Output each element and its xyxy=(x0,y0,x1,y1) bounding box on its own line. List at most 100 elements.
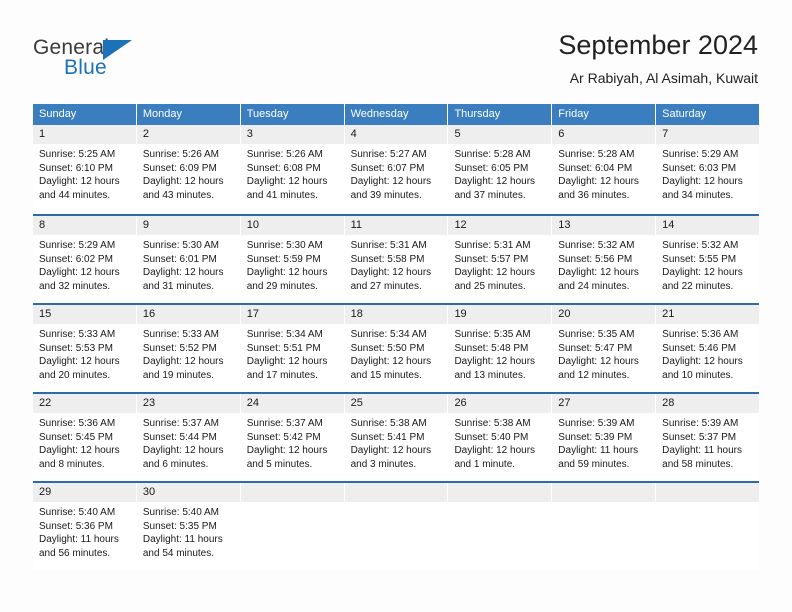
daylight-text-line1: Daylight: 12 hours xyxy=(662,356,743,368)
day-number: 9 xyxy=(136,216,240,235)
daylight-text-line1: Daylight: 12 hours xyxy=(454,356,536,368)
daylight-text-line1: Daylight: 11 hours xyxy=(39,534,119,546)
day-cell[interactable]: 2 Sunrise: 5:26 AM Sunset: 6:09 PM Dayli… xyxy=(136,125,241,214)
day-details: Sunrise: 5:33 AM Sunset: 5:53 PM Dayligh… xyxy=(33,324,136,382)
day-cell[interactable]: 23 Sunrise: 5:37 AM Sunset: 5:44 PM Dayl… xyxy=(136,394,241,481)
day-cell[interactable]: 8 Sunrise: 5:29 AM Sunset: 6:02 PM Dayli… xyxy=(33,216,137,303)
day-cell[interactable]: 3 Sunrise: 5:26 AM Sunset: 6:08 PM Dayli… xyxy=(240,125,345,214)
day-details: Sunrise: 5:30 AM Sunset: 6:01 PM Dayligh… xyxy=(137,235,240,293)
day-cell-empty xyxy=(344,483,449,570)
sunset-text: Sunset: 5:42 PM xyxy=(246,431,321,443)
weekday-header-tuesday: Tuesday xyxy=(240,104,345,125)
sunrise-text: Sunrise: 5:40 AM xyxy=(39,507,116,518)
day-details xyxy=(448,502,551,506)
day-number: 21 xyxy=(656,305,760,324)
logo-triangle-icon xyxy=(103,40,132,60)
day-cell[interactable]: 9 Sunrise: 5:30 AM Sunset: 6:01 PM Dayli… xyxy=(136,216,241,303)
day-cell[interactable]: 15 Sunrise: 5:33 AM Sunset: 5:53 PM Dayl… xyxy=(33,305,137,392)
daylight-text-line2: and 22 minutes. xyxy=(662,280,734,292)
daylight-text-line1: Daylight: 12 hours xyxy=(39,445,120,457)
brand-logo[interactable]: General Blue xyxy=(33,36,213,86)
sunset-text: Sunset: 5:47 PM xyxy=(558,342,633,354)
daylight-text-line1: Daylight: 12 hours xyxy=(350,356,432,368)
day-cell[interactable]: 22 Sunrise: 5:36 AM Sunset: 5:45 PM Dayl… xyxy=(33,394,137,481)
day-details: Sunrise: 5:30 AM Sunset: 5:59 PM Dayligh… xyxy=(241,235,344,293)
title-block: September 2024 Ar Rabiyah, Al Asimah, Ku… xyxy=(558,28,758,89)
day-number: 29 xyxy=(33,483,136,502)
day-details: Sunrise: 5:31 AM Sunset: 5:58 PM Dayligh… xyxy=(345,235,448,293)
day-cell[interactable]: 7 Sunrise: 5:29 AM Sunset: 6:03 PM Dayli… xyxy=(656,125,760,214)
day-number xyxy=(656,483,760,502)
sunrise-text: Sunrise: 5:33 AM xyxy=(39,329,116,340)
sunrise-text: Sunrise: 5:30 AM xyxy=(142,240,220,251)
daylight-text-line2: and 41 minutes. xyxy=(246,189,318,201)
daylight-text-line2: and 5 minutes. xyxy=(246,458,313,470)
sunrise-text: Sunrise: 5:26 AM xyxy=(142,149,220,160)
day-cell[interactable]: 10 Sunrise: 5:30 AM Sunset: 5:59 PM Dayl… xyxy=(240,216,345,303)
daylight-text-line2: and 12 minutes. xyxy=(558,369,630,381)
page-header: General Blue September 2024 Ar Rabiyah, … xyxy=(0,0,792,100)
day-details: Sunrise: 5:34 AM Sunset: 5:51 PM Dayligh… xyxy=(241,324,344,382)
week-row: 1 Sunrise: 5:25 AM Sunset: 6:10 PM Dayli… xyxy=(33,125,760,214)
day-cell[interactable]: 27 Sunrise: 5:39 AM Sunset: 5:39 PM Dayl… xyxy=(552,394,657,481)
day-number: 18 xyxy=(344,305,448,324)
day-cell[interactable]: 29 Sunrise: 5:40 AM Sunset: 5:36 PM Dayl… xyxy=(33,483,137,570)
day-cell[interactable]: 18 Sunrise: 5:34 AM Sunset: 5:50 PM Dayl… xyxy=(344,305,449,392)
day-cell-empty xyxy=(448,483,553,570)
weekday-header-saturday: Saturday xyxy=(656,104,760,125)
sunset-text: Sunset: 6:02 PM xyxy=(39,253,113,265)
day-number: 27 xyxy=(552,394,656,413)
day-number: 5 xyxy=(448,125,552,144)
day-number: 26 xyxy=(448,394,552,413)
daylight-text-line2: and 6 minutes. xyxy=(142,458,209,470)
day-number: 17 xyxy=(240,305,344,324)
daylight-text-line1: Daylight: 12 hours xyxy=(39,176,120,188)
sunset-text: Sunset: 5:51 PM xyxy=(246,342,321,354)
day-details: Sunrise: 5:37 AM Sunset: 5:44 PM Dayligh… xyxy=(137,413,240,471)
day-cell[interactable]: 14 Sunrise: 5:32 AM Sunset: 5:55 PM Dayl… xyxy=(656,216,760,303)
day-number: 12 xyxy=(448,216,552,235)
sunset-text: Sunset: 6:04 PM xyxy=(558,162,633,174)
sunrise-text: Sunrise: 5:29 AM xyxy=(662,149,739,160)
day-details: Sunrise: 5:25 AM Sunset: 6:10 PM Dayligh… xyxy=(33,144,136,202)
day-details: Sunrise: 5:36 AM Sunset: 5:45 PM Dayligh… xyxy=(33,413,136,471)
sunset-text: Sunset: 6:07 PM xyxy=(350,162,425,174)
day-cell[interactable]: 13 Sunrise: 5:32 AM Sunset: 5:56 PM Dayl… xyxy=(552,216,657,303)
sunset-text: Sunset: 6:03 PM xyxy=(662,162,737,174)
daylight-text-line1: Daylight: 12 hours xyxy=(350,176,432,188)
day-cell[interactable]: 24 Sunrise: 5:37 AM Sunset: 5:42 PM Dayl… xyxy=(240,394,345,481)
day-cell[interactable]: 6 Sunrise: 5:28 AM Sunset: 6:04 PM Dayli… xyxy=(552,125,657,214)
day-cell[interactable]: 12 Sunrise: 5:31 AM Sunset: 5:57 PM Dayl… xyxy=(448,216,553,303)
daylight-text-line1: Daylight: 12 hours xyxy=(662,267,743,279)
day-cell[interactable]: 16 Sunrise: 5:33 AM Sunset: 5:52 PM Dayl… xyxy=(136,305,241,392)
calendar-page: General Blue September 2024 Ar Rabiyah, … xyxy=(0,0,792,612)
day-cell[interactable]: 30 Sunrise: 5:40 AM Sunset: 5:35 PM Dayl… xyxy=(136,483,241,570)
day-details: Sunrise: 5:32 AM Sunset: 5:56 PM Dayligh… xyxy=(552,235,655,293)
day-cell[interactable]: 21 Sunrise: 5:36 AM Sunset: 5:46 PM Dayl… xyxy=(656,305,760,392)
daylight-text-line2: and 13 minutes. xyxy=(454,369,526,381)
daylight-text-line2: and 24 minutes. xyxy=(558,280,630,292)
daylight-text-line1: Daylight: 11 hours xyxy=(558,445,639,457)
day-details: Sunrise: 5:27 AM Sunset: 6:07 PM Dayligh… xyxy=(345,144,448,202)
day-cell[interactable]: 19 Sunrise: 5:35 AM Sunset: 5:48 PM Dayl… xyxy=(448,305,553,392)
day-cell[interactable]: 11 Sunrise: 5:31 AM Sunset: 5:58 PM Dayl… xyxy=(344,216,449,303)
day-cell[interactable]: 20 Sunrise: 5:35 AM Sunset: 5:47 PM Dayl… xyxy=(552,305,657,392)
day-cell[interactable]: 17 Sunrise: 5:34 AM Sunset: 5:51 PM Dayl… xyxy=(240,305,345,392)
sunrise-text: Sunrise: 5:25 AM xyxy=(39,149,116,160)
day-cell[interactable]: 25 Sunrise: 5:38 AM Sunset: 5:41 PM Dayl… xyxy=(344,394,449,481)
sunrise-text: Sunrise: 5:35 AM xyxy=(454,329,531,340)
daylight-text-line2: and 27 minutes. xyxy=(350,280,422,292)
day-cell[interactable]: 28 Sunrise: 5:39 AM Sunset: 5:37 PM Dayl… xyxy=(656,394,760,481)
day-cell[interactable]: 1 Sunrise: 5:25 AM Sunset: 6:10 PM Dayli… xyxy=(33,125,137,214)
daylight-text-line1: Daylight: 12 hours xyxy=(246,176,328,188)
day-cell[interactable]: 4 Sunrise: 5:27 AM Sunset: 6:07 PM Dayli… xyxy=(344,125,449,214)
day-details: Sunrise: 5:38 AM Sunset: 5:41 PM Dayligh… xyxy=(345,413,448,471)
sunrise-text: Sunrise: 5:35 AM xyxy=(558,329,635,340)
day-cell[interactable]: 26 Sunrise: 5:38 AM Sunset: 5:40 PM Dayl… xyxy=(448,394,553,481)
daylight-text-line2: and 1 minute. xyxy=(454,458,516,470)
daylight-text-line2: and 58 minutes. xyxy=(662,458,734,470)
day-number: 2 xyxy=(136,125,240,144)
day-cell[interactable]: 5 Sunrise: 5:28 AM Sunset: 6:05 PM Dayli… xyxy=(448,125,553,214)
sunrise-text: Sunrise: 5:32 AM xyxy=(558,240,635,251)
daylight-text-line1: Daylight: 12 hours xyxy=(454,267,536,279)
